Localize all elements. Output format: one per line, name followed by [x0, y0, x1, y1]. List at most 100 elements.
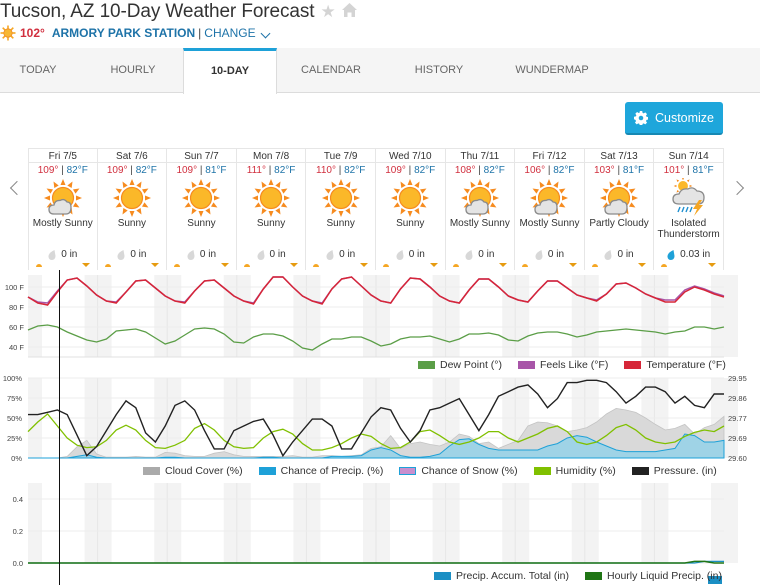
- sunset-icon: [290, 263, 299, 267]
- day-name: Sat 7/6: [97, 149, 167, 163]
- y-tick-label-left: 50%: [7, 414, 22, 423]
- high-temperature: 108°: [454, 165, 476, 176]
- day-column[interactable]: Fri 7/5 109° | 82°F Mostly Sunny 0 in: [28, 149, 98, 270]
- sunny-icon: [252, 179, 291, 217]
- day-column[interactable]: Sun 7/7 109° | 81°F Sunny 0 in: [167, 149, 237, 270]
- day-column[interactable]: Mon 7/8 111° | 82°F Sunny 0 in: [236, 149, 307, 270]
- mostly-sunny-icon: [530, 179, 569, 217]
- legend-item[interactable]: Chance of Snow (%): [399, 465, 518, 477]
- legend-label: Hourly Liquid Precip. (in): [607, 570, 722, 582]
- day-column[interactable]: Fri 7/12 106° | 82°F Mostly Sunny 0 in: [515, 149, 585, 270]
- day-column[interactable]: Sat 7/6 109° | 82°F Sunny 0 in: [97, 149, 168, 270]
- sunset-icon: [429, 263, 438, 267]
- tab-history[interactable]: HISTORY: [397, 48, 481, 93]
- high-temperature: 109°: [37, 165, 59, 176]
- legend-item[interactable]: Precip. Accum. Total (in): [434, 570, 569, 582]
- legend-item[interactable]: Cloud Cover (%): [143, 465, 243, 477]
- hi-lo-temperature: 111° | 82°F: [237, 165, 306, 176]
- sunrise-icon: [243, 264, 250, 267]
- low-temperature: 81°F: [622, 165, 645, 176]
- tab-10-day[interactable]: 10-DAY: [183, 48, 277, 94]
- chart-time-cursor[interactable]: [59, 270, 60, 585]
- cloud-legend: Cloud Cover (%) Chance of Precip. (%) Chan…: [143, 465, 717, 477]
- legend-swatch: [434, 572, 451, 580]
- sun-marks: [515, 263, 584, 269]
- precip-amount: 0 in: [306, 249, 375, 260]
- condition-text: Isolated Thunderstorm: [657, 218, 720, 240]
- tab-hourly[interactable]: HOURLY: [90, 48, 176, 93]
- legend-swatch: [631, 467, 649, 475]
- precip-value: 0 in: [547, 249, 565, 260]
- precip-amount: 0.03 in: [654, 249, 723, 260]
- precip-value: 0 in: [408, 249, 425, 260]
- high-temperature: 103°: [594, 165, 615, 176]
- legend-item[interactable]: Pressure. (in): [631, 465, 717, 477]
- sun-marks: [585, 263, 654, 269]
- day-column[interactable]: Wed 7/10 109° | 82°F Sunny 0 in: [375, 149, 446, 270]
- raindrop-icon: [187, 249, 195, 260]
- legend-item[interactable]: Chance of Precip. (%): [258, 465, 384, 477]
- y-tick-label-right: 29.86: [728, 394, 747, 403]
- y-tick-label: 40 F: [9, 343, 24, 352]
- tab-wundermap[interactable]: WUNDERMAP: [500, 48, 604, 93]
- day-column[interactable]: Sat 7/13 103° | 81°F Partly Cloudy 0 in: [584, 149, 655, 270]
- sun-marks: [237, 263, 306, 269]
- high-temperature: 111°: [246, 165, 266, 176]
- station-link[interactable]: ARMORY PARK STATION: [52, 26, 195, 40]
- y-tick-label-left: 25%: [7, 434, 22, 443]
- sunrise-icon: [382, 264, 389, 267]
- cloud-humidity-pressure-chart: 100% 29.95 75% 29.86 50% 29.77 25% 29.69 0% 29.60: [3, 374, 747, 463]
- precip-amount: 0 in: [515, 249, 584, 260]
- day-column[interactable]: Tue 7/9 110° | 82°F Sunny 0 in: [306, 149, 376, 270]
- mostly-sunny-icon: [460, 179, 499, 217]
- legend-label: Dew Point (°): [440, 359, 502, 371]
- home-icon[interactable]: [341, 2, 357, 22]
- next-days-arrow[interactable]: [729, 180, 745, 196]
- customize-button[interactable]: Customize: [625, 102, 723, 135]
- star-icon[interactable]: ★: [320, 2, 335, 22]
- day-name: Wed 7/10: [375, 149, 445, 163]
- night-band: [711, 483, 738, 563]
- legend-item[interactable]: Temperature (°F): [624, 359, 726, 371]
- tab-bar: TODAY HOURLY 10-DAY CALENDAR HISTORY WUN…: [0, 48, 760, 94]
- condition-text: Sunny: [117, 218, 147, 229]
- precip-value: 0 in: [269, 249, 286, 260]
- previous-days-arrow[interactable]: [9, 180, 25, 196]
- separator: |: [198, 26, 202, 40]
- day-column[interactable]: Sun 7/14 101° | 81°F Isolated Thundersto…: [654, 149, 724, 270]
- raindrop-icon: [117, 249, 125, 260]
- sunset-icon: [638, 263, 647, 267]
- sunrise-icon: [591, 264, 598, 267]
- hi-lo-separator: |: [335, 165, 345, 176]
- condition-text: Mostly Sunny: [32, 218, 93, 229]
- precip-amount: 0 in: [585, 249, 654, 260]
- tab-today[interactable]: TODAY: [0, 48, 76, 93]
- legend-item[interactable]: Humidity (%): [533, 465, 616, 477]
- page-title: Tucson, AZ 10-Day Weather Forecast: [0, 1, 315, 22]
- day-name: Mon 7/8: [236, 149, 306, 163]
- thunderstorm-icon: [671, 178, 705, 216]
- change-station-button[interactable]: CHANGE: [204, 26, 271, 40]
- night-band: [28, 483, 42, 563]
- sunrise-icon: [104, 264, 111, 267]
- low-temperature: 82°F: [553, 165, 575, 176]
- gear-icon: [633, 110, 648, 125]
- legend-swatch: [258, 467, 276, 475]
- sunset-icon: [151, 263, 160, 267]
- sun-marks: [654, 263, 723, 269]
- legend-label: Chance of Precip. (%): [280, 465, 384, 477]
- tab-calendar[interactable]: CALENDAR: [286, 48, 376, 93]
- y-tick-label: 0.0: [13, 559, 23, 568]
- precip-amount: 0 in: [98, 249, 167, 260]
- low-temperature: 82°F: [344, 165, 366, 176]
- sunny-icon: [391, 179, 430, 217]
- legend-item[interactable]: Dew Point (°): [418, 359, 502, 371]
- sun-marks: [376, 263, 445, 269]
- legend-swatch: [143, 467, 160, 475]
- legend-item[interactable]: Feels Like (°F): [517, 359, 608, 371]
- day-column[interactable]: Thu 7/11 108° | 82°F Mostly Sunny 0 in: [445, 149, 516, 270]
- y-tick-label: 80 F: [9, 303, 24, 312]
- legend-item[interactable]: Hourly Liquid Precip. (in): [585, 570, 722, 582]
- sunny-icon: [112, 179, 151, 217]
- partly-cloudy-icon: [600, 179, 639, 217]
